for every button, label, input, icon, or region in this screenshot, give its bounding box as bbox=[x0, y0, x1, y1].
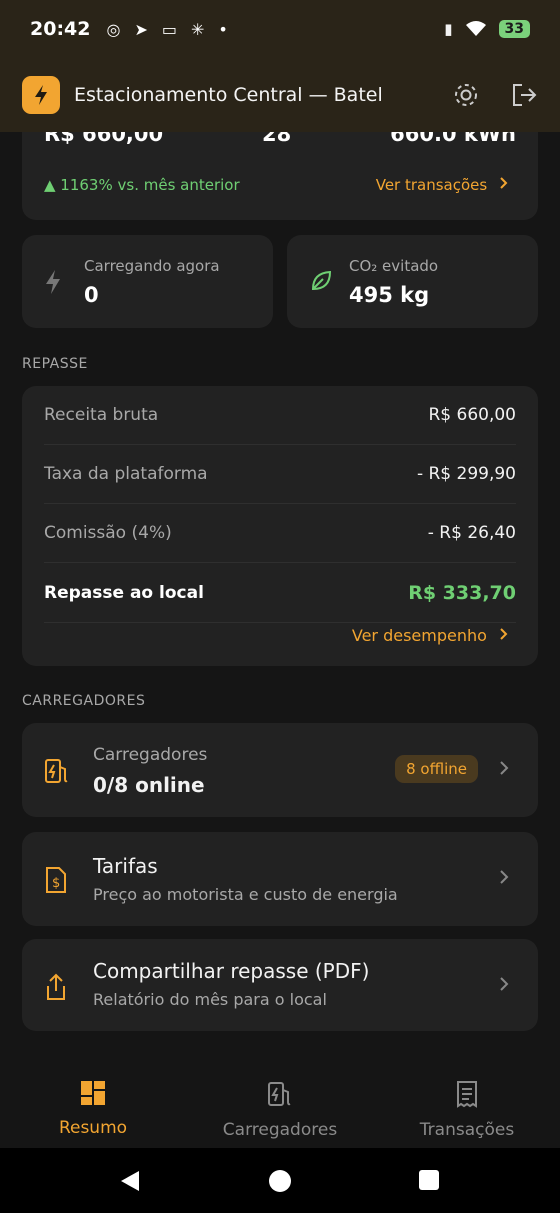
recents-icon[interactable] bbox=[419, 1170, 439, 1190]
price-document-icon: $ bbox=[46, 867, 66, 893]
app-bar: Estacionamento Central — Batel bbox=[0, 58, 560, 132]
svg-text:$: $ bbox=[52, 876, 60, 891]
system-navigation-bar bbox=[0, 1148, 560, 1213]
bottom-navigation: Resumo Carregadores Transações bbox=[0, 1060, 560, 1148]
wallet-icon: ▭ bbox=[161, 19, 177, 39]
tab-carregadores-label: Carregadores bbox=[222, 1120, 338, 1140]
chevron-right-icon bbox=[500, 177, 508, 189]
repasse-row: Receita bruta R$ 660,00 bbox=[44, 386, 516, 445]
chevron-right-icon bbox=[500, 870, 509, 884]
home-icon[interactable] bbox=[268, 1169, 292, 1193]
repasse-row-label: Comissão (4%) bbox=[44, 523, 172, 543]
back-icon[interactable] bbox=[119, 1169, 141, 1193]
vibrate-icon: ▮ bbox=[444, 20, 453, 38]
view-performance-link[interactable]: Ver desempenho bbox=[352, 626, 510, 645]
repasse-section-title: REPASSE bbox=[22, 356, 88, 372]
share-subtitle: Relatório do mês para o local bbox=[93, 990, 327, 1009]
repasse-row-label: Taxa da plataforma bbox=[44, 464, 208, 484]
chargers-online-status: 0/8 online bbox=[93, 773, 205, 797]
spiral-icon: ◎ bbox=[106, 19, 121, 39]
repasse-row-value: R$ 660,00 bbox=[428, 405, 516, 425]
repasse-card: Receita bruta R$ 660,00 Taxa da platafor… bbox=[22, 386, 538, 666]
view-transactions-link[interactable]: Ver transações bbox=[376, 176, 510, 194]
navigation-icon: ➤ bbox=[134, 19, 148, 39]
wifi-icon bbox=[465, 21, 486, 36]
gear-icon[interactable] bbox=[452, 81, 480, 109]
tariffs-title: Tarifas bbox=[93, 854, 158, 878]
repasse-total-value: R$ 333,70 bbox=[408, 582, 516, 604]
chevron-right-icon bbox=[500, 977, 509, 991]
tab-transacoes-label: Transações bbox=[419, 1120, 515, 1140]
chargers-title: Carregadores bbox=[93, 745, 208, 765]
chargers-section-title: CARREGADORES bbox=[22, 693, 146, 709]
tab-resumo-label: Resumo bbox=[58, 1118, 128, 1138]
chevron-right-icon bbox=[500, 628, 508, 640]
bolt-icon bbox=[46, 270, 60, 294]
growth-indicator: ▲ 1163% vs. mês anterior bbox=[44, 176, 240, 194]
receipt-icon bbox=[457, 1081, 477, 1108]
status-bar: 20:42 ◎ ➤ ▭ ✳ • ▮ 33 bbox=[0, 0, 560, 58]
chevron-right-icon bbox=[500, 761, 509, 775]
bolt-icon bbox=[22, 76, 60, 114]
dot-icon: • bbox=[218, 19, 228, 39]
dashboard-icon bbox=[81, 1081, 105, 1105]
charging-now-value: 0 bbox=[84, 283, 99, 307]
charging-now-card: Carregando agora 0 bbox=[22, 235, 273, 328]
repasse-row-label: Receita bruta bbox=[44, 405, 159, 425]
tariffs-subtitle: Preço ao motorista e custo de energia bbox=[93, 885, 398, 904]
repasse-total-label: Repasse ao local bbox=[44, 583, 204, 603]
tab-carregadores[interactable]: Carregadores bbox=[187, 1080, 373, 1140]
tab-transacoes[interactable]: Transações bbox=[374, 1080, 560, 1140]
charging-now-label: Carregando agora bbox=[84, 257, 220, 275]
battery-icon: 33 bbox=[498, 20, 530, 38]
leaf-icon bbox=[311, 270, 332, 291]
sparkle-icon: ✳ bbox=[190, 19, 205, 39]
notification-icons: ◎ ➤ ▭ ✳ • bbox=[106, 20, 227, 39]
share-title: Compartilhar repasse (PDF) bbox=[93, 959, 370, 983]
repasse-row-value: - R$ 299,90 bbox=[416, 464, 516, 484]
status-time: 20:42 bbox=[30, 18, 91, 40]
repasse-total-row: Repasse ao local R$ 333,70 bbox=[44, 564, 516, 623]
tab-resumo[interactable]: Resumo bbox=[0, 1080, 186, 1138]
ev-charger-icon bbox=[45, 759, 68, 783]
tariffs-card[interactable]: $ Tarifas Preço ao motorista e custo de … bbox=[22, 832, 538, 926]
logout-icon[interactable] bbox=[510, 81, 538, 109]
view-transactions-label: Ver transações bbox=[375, 176, 488, 194]
co2-card: CO₂ evitado 495 kg bbox=[287, 235, 538, 328]
location-title: Estacionamento Central — Batel bbox=[74, 84, 383, 106]
co2-value: 495 kg bbox=[349, 283, 430, 307]
view-performance-label: Ver desempenho bbox=[351, 626, 487, 645]
offline-badge: 8 offline bbox=[395, 755, 478, 783]
share-icon bbox=[47, 973, 65, 1000]
co2-label: CO₂ evitado bbox=[349, 257, 439, 275]
chargers-card[interactable]: Carregadores 0/8 online 8 offline bbox=[22, 723, 538, 817]
repasse-row: Comissão (4%) - R$ 26,40 bbox=[44, 504, 516, 563]
repasse-row: Taxa da plataforma - R$ 299,90 bbox=[44, 445, 516, 504]
ev-charger-icon bbox=[268, 1082, 291, 1106]
repasse-row-value: - R$ 26,40 bbox=[427, 523, 516, 543]
share-repasse-card[interactable]: Compartilhar repasse (PDF) Relatório do … bbox=[22, 939, 538, 1031]
